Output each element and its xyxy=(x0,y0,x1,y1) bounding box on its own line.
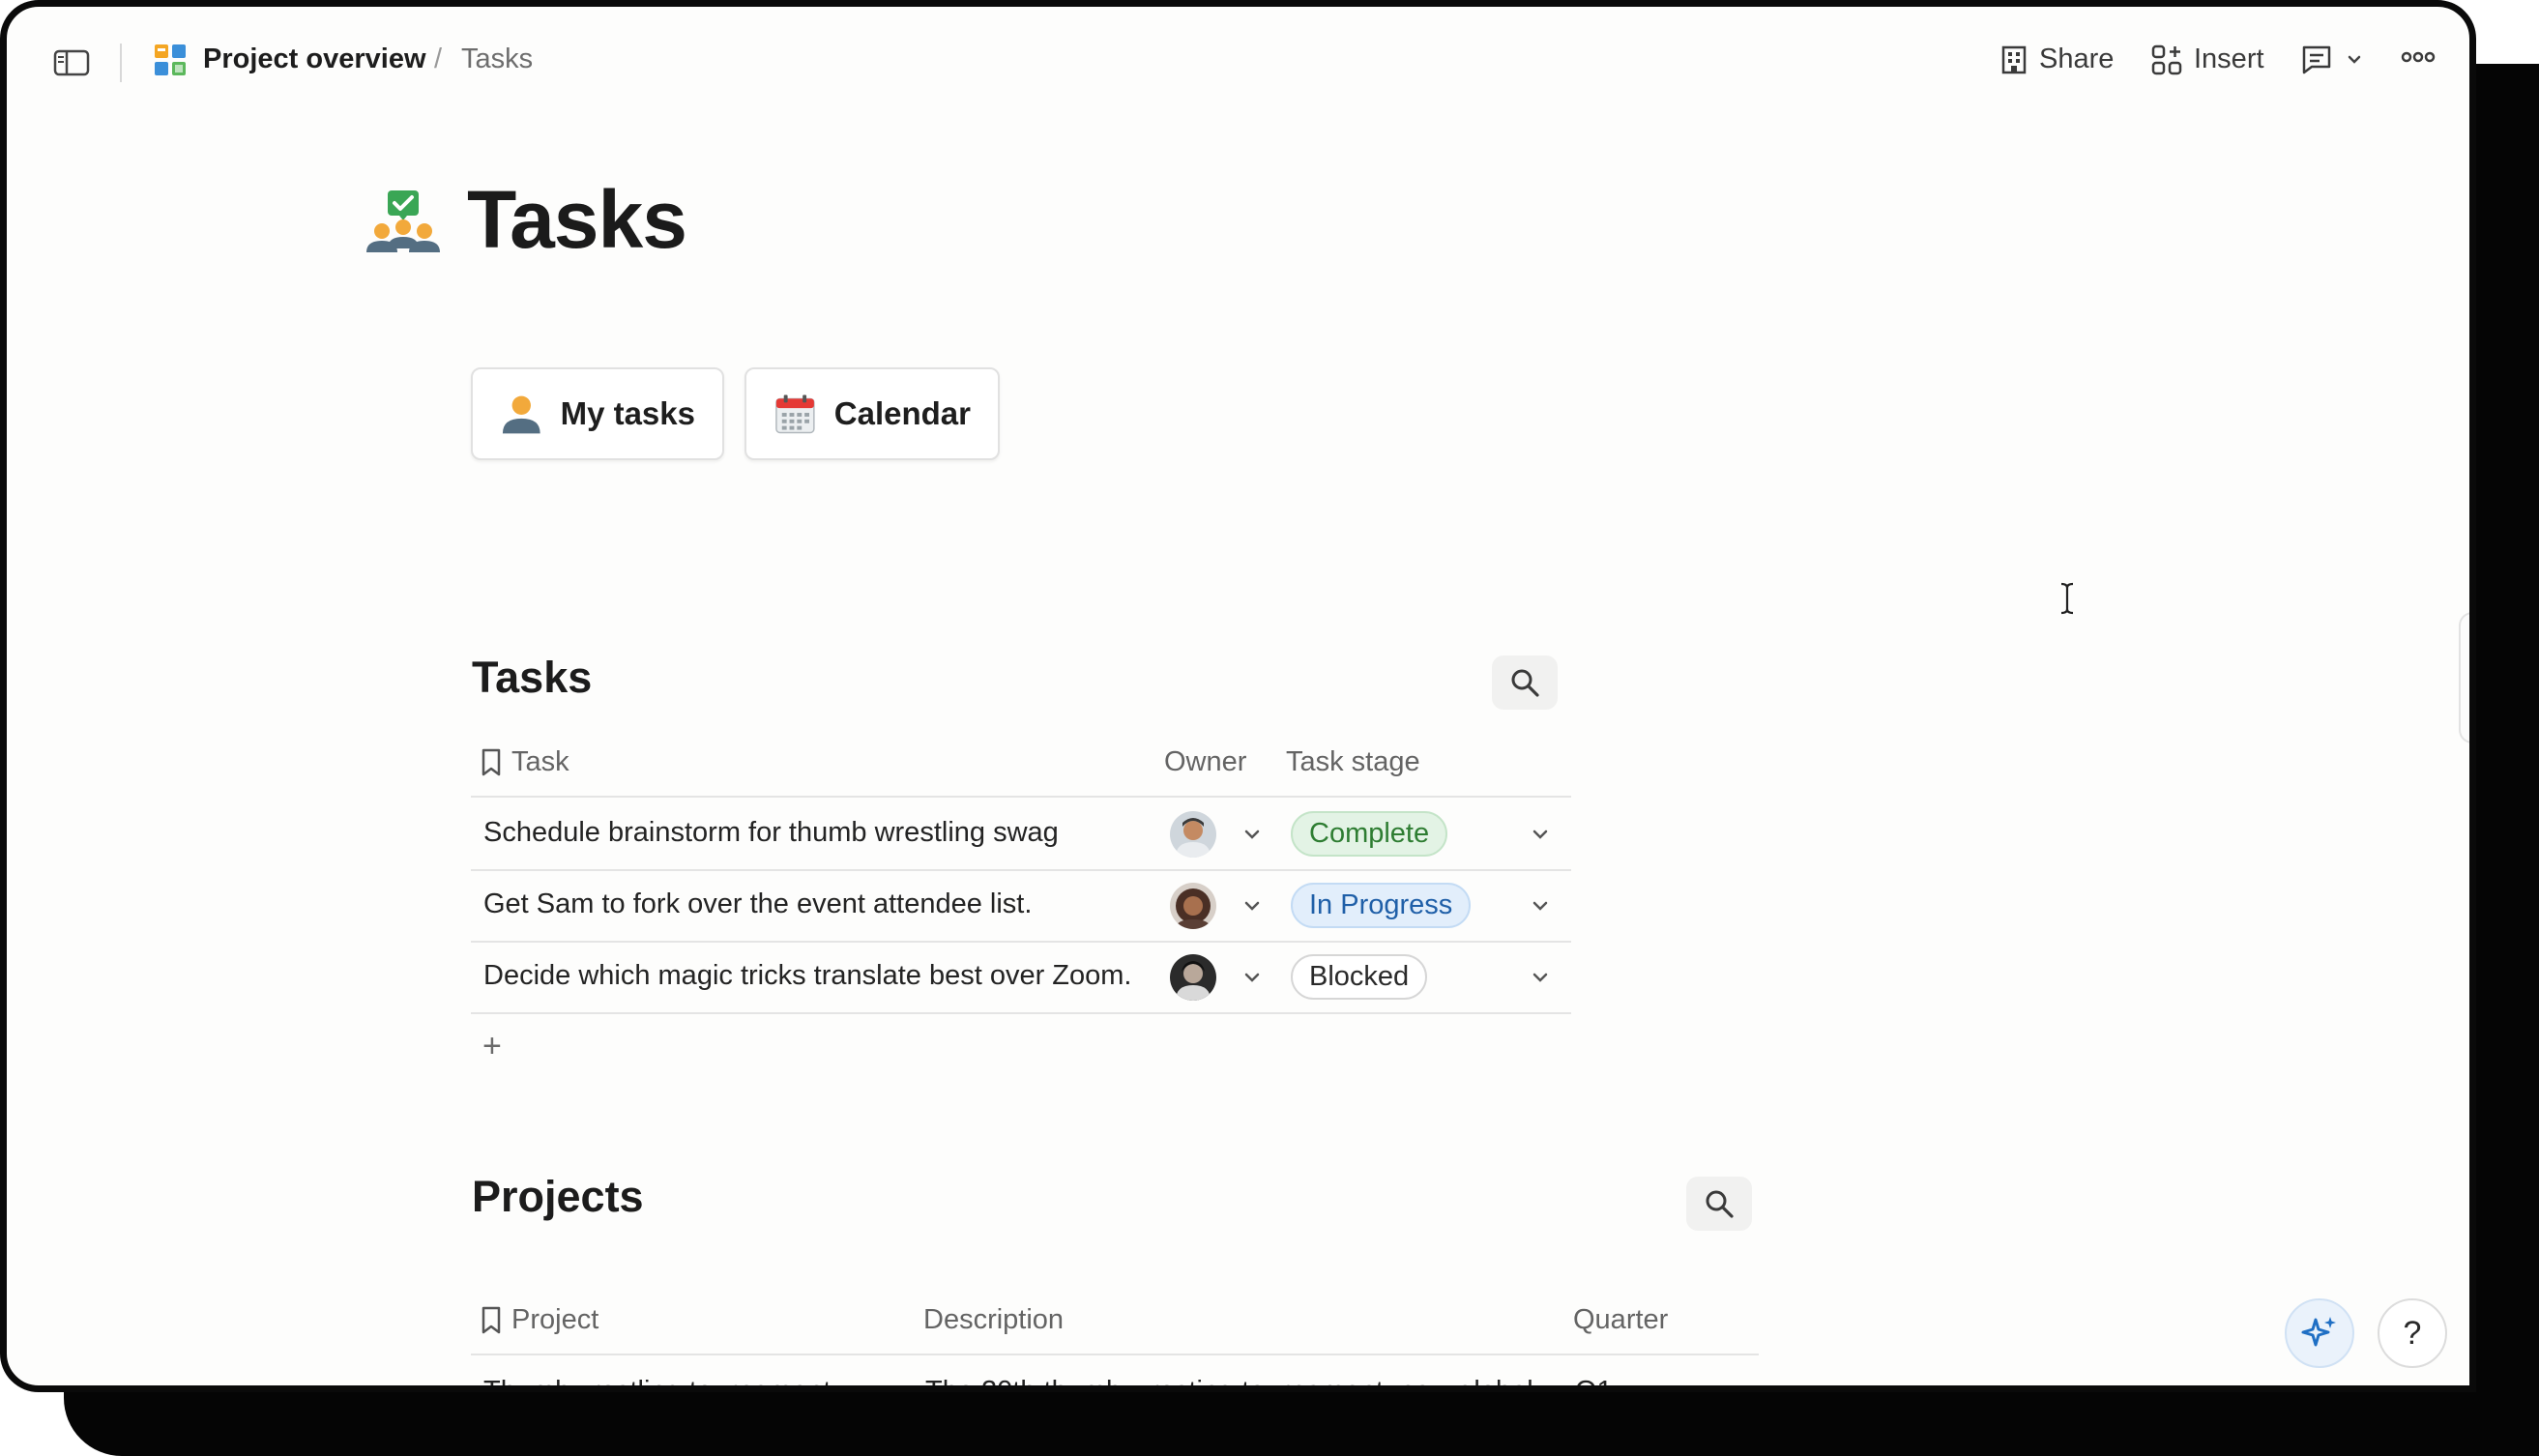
insert-label: Insert xyxy=(2194,44,2264,74)
sparkle-icon xyxy=(2301,1317,2336,1347)
chevron-down-icon[interactable] xyxy=(1529,894,1552,917)
insert-button[interactable]: Insert xyxy=(2151,44,2264,75)
tasks-search-button[interactable] xyxy=(1492,655,1558,710)
calendar-label: Calendar xyxy=(833,395,971,431)
more-options-icon[interactable] xyxy=(2401,47,2436,72)
text-cursor-icon xyxy=(2058,581,2076,625)
column-header-task[interactable]: Task xyxy=(481,746,569,778)
top-bar: Project overview / Tasks Share Insert xyxy=(7,7,2469,113)
column-header-task-stage[interactable]: Task stage xyxy=(1286,746,1420,778)
chevron-down-icon[interactable] xyxy=(1240,966,1264,989)
project-dashboard-icon xyxy=(154,44,187,76)
side-panel-handle[interactable] xyxy=(2459,612,2469,743)
bookmark-icon xyxy=(482,1306,501,1333)
breadcrumb-project[interactable]: Project overview xyxy=(203,44,426,75)
column-header-owner[interactable]: Owner xyxy=(1164,746,1246,778)
calendar-link[interactable]: Calendar xyxy=(744,367,1000,460)
row-divider xyxy=(471,796,1571,798)
row-divider xyxy=(471,1012,1571,1014)
person-icon xyxy=(502,395,540,434)
chevron-down-icon[interactable] xyxy=(1240,894,1264,917)
chevron-down-icon[interactable] xyxy=(1529,966,1552,989)
share-button[interactable]: Share xyxy=(2000,44,2114,75)
my-tasks-label: My tasks xyxy=(560,395,695,431)
building-icon xyxy=(2001,45,2027,73)
table-row-project[interactable]: Thumbwrestling tournament xyxy=(483,1376,831,1385)
row-divider xyxy=(471,1354,1759,1355)
column-header-quarter[interactable]: Quarter xyxy=(1573,1304,1668,1336)
add-row-button[interactable]: + xyxy=(482,1028,502,1065)
team-tasks-icon xyxy=(365,187,442,264)
chevron-down-icon[interactable] xyxy=(1240,823,1264,846)
share-label: Share xyxy=(2039,44,2115,74)
comments-button[interactable] xyxy=(2300,44,2364,74)
help-button[interactable]: ? xyxy=(2378,1298,2447,1368)
table-row-task[interactable]: Decide which magic tricks translate best… xyxy=(483,960,1131,992)
table-row-quarter[interactable]: Q1 xyxy=(1575,1376,1613,1385)
table-row-task[interactable]: Schedule brainstorm for thumb wrestling … xyxy=(483,817,1059,849)
status-badge-blocked[interactable]: Blocked xyxy=(1291,954,1428,1000)
status-badge-complete[interactable]: Complete xyxy=(1291,811,1448,857)
calendar-icon xyxy=(775,394,815,434)
toolbar-divider xyxy=(120,44,122,82)
insert-blocks-icon xyxy=(2151,44,2182,74)
page-title: Tasks xyxy=(467,174,687,265)
breadcrumb-separator: / xyxy=(434,44,443,74)
table-row-task[interactable]: Get Sam to fork over the event attendee … xyxy=(483,888,1032,920)
row-divider xyxy=(471,941,1571,943)
owner-avatar[interactable] xyxy=(1170,954,1216,1001)
column-header-project-label: Project xyxy=(511,1304,599,1335)
owner-avatar[interactable] xyxy=(1170,883,1216,929)
column-header-project[interactable]: Project xyxy=(481,1304,598,1336)
chevron-down-icon[interactable] xyxy=(1529,823,1552,846)
breadcrumb-current[interactable]: Tasks xyxy=(461,44,533,75)
app-window: Project overview / Tasks Share Insert Ta… xyxy=(0,0,2476,1392)
comment-icon xyxy=(2302,45,2331,74)
row-divider xyxy=(471,869,1571,871)
column-header-description[interactable]: Description xyxy=(923,1304,1064,1336)
search-icon xyxy=(1511,669,1539,697)
status-badge-in-progress[interactable]: In Progress xyxy=(1291,883,1472,928)
chevron-down-icon[interactable] xyxy=(2345,49,2364,69)
sidebar-toggle-icon[interactable] xyxy=(53,49,90,76)
column-header-task-label: Task xyxy=(511,746,569,777)
my-tasks-link[interactable]: My tasks xyxy=(471,367,724,460)
owner-avatar[interactable] xyxy=(1170,811,1216,858)
search-icon xyxy=(1706,1190,1734,1218)
ai-assistant-button[interactable] xyxy=(2285,1298,2354,1368)
table-row-description[interactable]: The 20th thumb wresting tournament, now … xyxy=(925,1376,1533,1385)
projects-table-title: Projects xyxy=(472,1172,644,1221)
projects-search-button[interactable] xyxy=(1686,1177,1752,1231)
tasks-table-title: Tasks xyxy=(472,653,593,702)
bookmark-icon xyxy=(482,748,501,775)
